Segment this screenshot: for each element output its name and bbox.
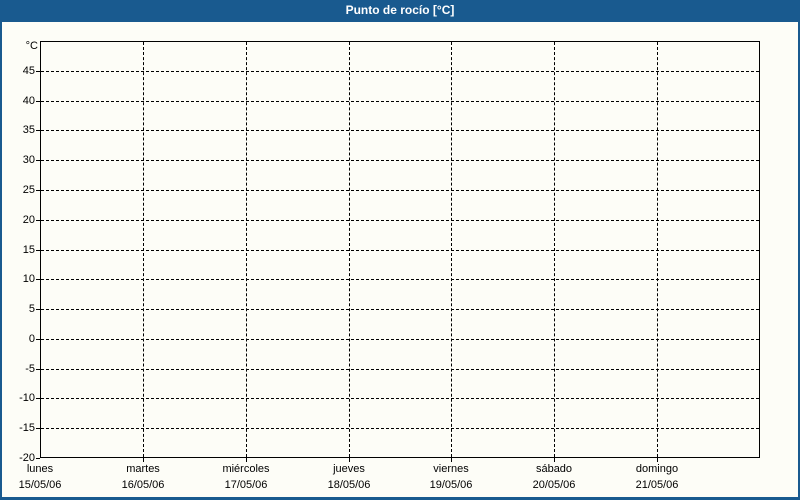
x-day-label-viernes: viernes [433, 463, 469, 475]
x-date-label-17-05-06: 17/05/06 [224, 479, 268, 491]
x-gridline-5 [554, 42, 555, 457]
chart-layer: °C 45 40 35 30 25 20 15 10 5 0 -5 -10 -15 -20 lunes 15/… [0, 0, 800, 500]
y-gridline-40 [41, 101, 759, 102]
x-gridline-3 [349, 42, 350, 457]
y-gridline-25 [41, 190, 759, 191]
y-tick-label-20: 20 [22, 214, 35, 226]
x-day-label-jueves: jueves [333, 463, 365, 475]
y-axis-unit-label: °C [25, 40, 38, 52]
x-date-label-15-05-06: 15/05/06 [18, 479, 62, 491]
y-tick-20 [36, 220, 40, 221]
y-tick-label--15: -15 [19, 422, 35, 434]
y-tick-label-45: 45 [22, 65, 35, 77]
y-tick-45 [36, 71, 40, 72]
y-tick-25 [36, 190, 40, 191]
x-day-label-domingo: domingo [635, 463, 679, 475]
y-tick-label-5: 5 [28, 303, 35, 315]
y-gridline-5 [41, 309, 759, 310]
y-tick-15 [36, 250, 40, 251]
y-tick-35 [36, 130, 40, 131]
y-tick-40 [36, 101, 40, 102]
x-gridline-2 [246, 42, 247, 457]
y-tick-label-10: 10 [22, 273, 35, 285]
y-tick-label-40: 40 [22, 95, 35, 107]
y-gridline-30 [41, 160, 759, 161]
y-gridline--10 [41, 398, 759, 399]
y-tick-0 [36, 339, 40, 340]
y-gridline-10 [41, 279, 759, 280]
y-gridline-20 [41, 220, 759, 221]
y-tick-label-15: 15 [22, 244, 35, 256]
y-tick-label--5: -5 [25, 363, 35, 375]
y-gridline-45 [41, 71, 759, 72]
x-date-label-16-05-06: 16/05/06 [121, 479, 165, 491]
y-gridline--5 [41, 369, 759, 370]
y-tick--5 [36, 369, 40, 370]
y-gridline-35 [41, 130, 759, 131]
y-tick-30 [36, 160, 40, 161]
y-tick--10 [36, 398, 40, 399]
y-tick-label-30: 30 [22, 154, 35, 166]
y-gridline-0 [41, 339, 759, 340]
y-tick-label-0: 0 [28, 333, 35, 345]
x-date-label-20-05-06: 20/05/06 [532, 479, 576, 491]
y-gridline--15 [41, 428, 759, 429]
y-tick-label-25: 25 [22, 184, 35, 196]
y-tick-5 [36, 309, 40, 310]
x-date-label-19-05-06: 19/05/06 [429, 479, 473, 491]
chart-window: Punto de rocío [°C] °C 45 40 35 30 25 20 15 10 5… [0, 0, 800, 500]
x-date-label-18-05-06: 18/05/06 [327, 479, 371, 491]
y-tick--15 [36, 428, 40, 429]
x-day-label-martes: martes [126, 463, 160, 475]
x-day-label-lunes: lunes [26, 463, 54, 475]
y-tick--20 [36, 458, 40, 459]
x-gridline-4 [451, 42, 452, 457]
y-tick-label-35: 35 [22, 124, 35, 136]
y-tick-10 [36, 279, 40, 280]
y-tick-label--10: -10 [19, 392, 35, 404]
x-gridline-1 [143, 42, 144, 457]
y-gridline-15 [41, 250, 759, 251]
x-day-label-sábado: sábado [535, 463, 573, 475]
x-day-label-miércoles: miércoles [222, 463, 270, 475]
x-date-label-21-05-06: 21/05/06 [635, 479, 679, 491]
x-gridline-6 [657, 42, 658, 457]
